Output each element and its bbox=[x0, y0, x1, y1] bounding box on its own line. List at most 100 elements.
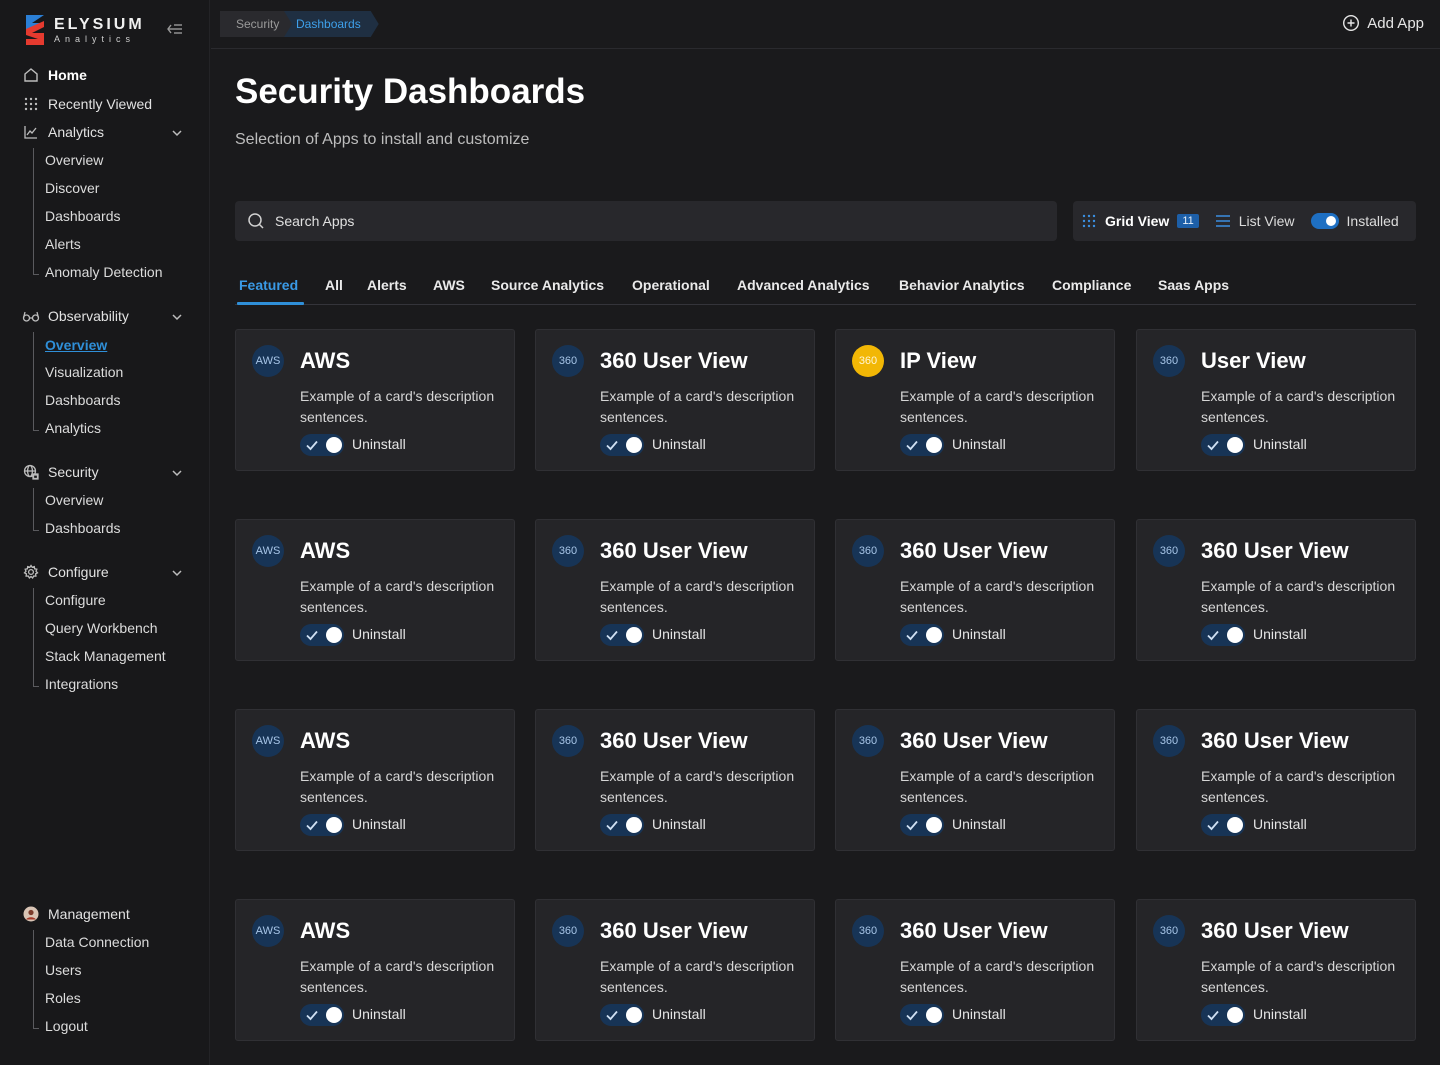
sidebar-item-integrations[interactable]: Integrations bbox=[45, 674, 118, 694]
app-logo: 360 bbox=[552, 535, 584, 567]
toggle-knob bbox=[626, 817, 642, 833]
sidebar-item-observability-analytics[interactable]: Analytics bbox=[45, 418, 101, 438]
installed-toggle[interactable] bbox=[1310, 213, 1339, 229]
uninstall-toggle[interactable] bbox=[300, 624, 344, 646]
app-card[interactable]: AWS AWS Example of a card's description … bbox=[235, 329, 515, 471]
chart-line-icon bbox=[22, 123, 40, 141]
add-app-button[interactable]: Add App bbox=[1342, 14, 1424, 32]
check-icon bbox=[606, 820, 618, 831]
tab-operational[interactable]: Operational bbox=[632, 277, 710, 293]
grid-view-button[interactable]: Grid View bbox=[1105, 213, 1169, 229]
tab-source-analytics[interactable]: Source Analytics bbox=[491, 277, 604, 293]
uninstall-toggle[interactable] bbox=[300, 1004, 344, 1026]
uninstall-toggle[interactable] bbox=[1201, 434, 1245, 456]
app-card[interactable]: 360 360 User View Example of a card's de… bbox=[535, 329, 815, 471]
uninstall-toggle[interactable] bbox=[900, 624, 944, 646]
sidebar-item-configure[interactable]: Configure bbox=[45, 590, 106, 610]
sidebar-item-analytics-discover[interactable]: Discover bbox=[45, 178, 99, 198]
tab-alerts[interactable]: Alerts bbox=[367, 277, 407, 293]
app-title: 360 User View bbox=[1201, 538, 1349, 563]
uninstall-toggle[interactable] bbox=[1201, 624, 1245, 646]
uninstall-label: Uninstall bbox=[1253, 1006, 1307, 1022]
nav-observability[interactable]: Observability bbox=[22, 304, 129, 328]
sidebar-item-observability-visualization[interactable]: Visualization bbox=[45, 362, 123, 382]
app-card[interactable]: 360 User View Example of a card's descri… bbox=[1136, 329, 1416, 471]
uninstall-toggle[interactable] bbox=[300, 434, 344, 456]
nav-recently-viewed[interactable]: Recently Viewed bbox=[22, 92, 152, 116]
sidebar-item-observability-dashboards[interactable]: Dashboards bbox=[45, 390, 121, 410]
uninstall-toggle[interactable] bbox=[900, 814, 944, 836]
app-card[interactable]: 360 360 User View Example of a card's de… bbox=[1136, 899, 1416, 1041]
app-description: Example of a card's description sentence… bbox=[300, 388, 495, 425]
breadcrumb-dashboards[interactable]: Dashboards bbox=[284, 11, 379, 37]
app-card[interactable]: 360 360 User View Example of a card's de… bbox=[535, 709, 815, 851]
uninstall-toggle[interactable] bbox=[900, 1004, 944, 1026]
search-input[interactable] bbox=[275, 213, 1035, 229]
sidebar-item-query-workbench[interactable]: Query Workbench bbox=[45, 618, 158, 638]
collapse-sidebar-icon[interactable] bbox=[166, 20, 184, 38]
tab-saas-apps[interactable]: Saas Apps bbox=[1158, 277, 1229, 293]
app-card[interactable]: 360 360 User View Example of a card's de… bbox=[1136, 709, 1416, 851]
app-card[interactable]: AWS AWS Example of a card's description … bbox=[235, 899, 515, 1041]
uninstall-toggle[interactable] bbox=[600, 434, 644, 456]
sidebar-item-analytics-anomaly-detection[interactable]: Anomaly Detection bbox=[45, 262, 163, 282]
chevron-down-icon[interactable] bbox=[170, 466, 184, 480]
brand-subtitle: Analytics bbox=[54, 33, 136, 44]
tab-featured[interactable]: Featured bbox=[239, 277, 298, 293]
tab-compliance[interactable]: Compliance bbox=[1052, 277, 1131, 293]
uninstall-toggle[interactable] bbox=[600, 1004, 644, 1026]
nav-configure[interactable]: Configure bbox=[22, 560, 109, 584]
sidebar-item-security-dashboards[interactable]: Dashboards bbox=[45, 518, 121, 538]
chevron-down-icon[interactable] bbox=[170, 310, 184, 324]
sidebar-item-logout[interactable]: Logout bbox=[45, 1016, 88, 1036]
app-card[interactable]: 360 360 User View Example of a card's de… bbox=[835, 899, 1115, 1041]
brand-logo[interactable]: ELYSIUM Analytics bbox=[22, 12, 145, 48]
app-title: AWS bbox=[300, 918, 351, 943]
tab-aws[interactable]: AWS bbox=[433, 277, 465, 293]
tab-behavior-analytics[interactable]: Behavior Analytics bbox=[899, 277, 1025, 293]
app-card[interactable]: 360 360 User View Example of a card's de… bbox=[1136, 519, 1416, 661]
nav-analytics[interactable]: Analytics bbox=[22, 120, 104, 144]
chevron-down-icon[interactable] bbox=[170, 566, 184, 580]
sidebar-item-observability-overview[interactable]: Overview bbox=[45, 335, 107, 355]
nav-home[interactable]: Home bbox=[22, 63, 87, 87]
chevron-down-icon[interactable] bbox=[170, 126, 184, 140]
check-icon bbox=[306, 630, 318, 641]
breadcrumb-security[interactable]: Security bbox=[220, 11, 295, 37]
list-view-button[interactable]: List View bbox=[1215, 213, 1295, 229]
app-card[interactable]: 360 360 User View Example of a card's de… bbox=[535, 519, 815, 661]
tab-all[interactable]: All bbox=[325, 277, 343, 293]
app-title: 360 User View bbox=[600, 728, 748, 753]
app-card[interactable]: 360 360 User View Example of a card's de… bbox=[535, 899, 815, 1041]
uninstall-toggle[interactable] bbox=[1201, 814, 1245, 836]
toggle-knob bbox=[1227, 627, 1243, 643]
sidebar-item-data-connection[interactable]: Data Connection bbox=[45, 932, 149, 952]
sidebar-item-analytics-alerts[interactable]: Alerts bbox=[45, 234, 81, 254]
app-logo: 360 bbox=[1153, 345, 1185, 377]
check-icon bbox=[1207, 630, 1219, 641]
app-card[interactable]: 360 IP View Example of a card's descript… bbox=[835, 329, 1115, 471]
app-description: Example of a card's description sentence… bbox=[900, 578, 1095, 615]
app-logo: AWS bbox=[252, 915, 284, 947]
uninstall-toggle[interactable] bbox=[300, 814, 344, 836]
app-card[interactable]: AWS AWS Example of a card's description … bbox=[235, 709, 515, 851]
nav-management[interactable]: Management bbox=[22, 902, 130, 926]
nav-security[interactable]: Security bbox=[22, 460, 99, 484]
uninstall-label: Uninstall bbox=[952, 436, 1006, 452]
uninstall-toggle[interactable] bbox=[1201, 1004, 1245, 1026]
tab-advanced-analytics[interactable]: Advanced Analytics bbox=[737, 277, 870, 293]
check-icon bbox=[606, 440, 618, 451]
sidebar-item-stack-management[interactable]: Stack Management bbox=[45, 646, 166, 666]
sidebar-item-analytics-overview[interactable]: Overview bbox=[45, 150, 103, 170]
sidebar-item-security-overview[interactable]: Overview bbox=[45, 490, 103, 510]
sidebar-item-roles[interactable]: Roles bbox=[45, 988, 81, 1008]
app-card[interactable]: 360 360 User View Example of a card's de… bbox=[835, 519, 1115, 661]
uninstall-toggle[interactable] bbox=[600, 814, 644, 836]
app-card[interactable]: AWS AWS Example of a card's description … bbox=[235, 519, 515, 661]
sidebar-item-analytics-dashboards[interactable]: Dashboards bbox=[45, 206, 121, 226]
uninstall-toggle[interactable] bbox=[600, 624, 644, 646]
uninstall-toggle[interactable] bbox=[900, 434, 944, 456]
app-description: Example of a card's description sentence… bbox=[900, 768, 1095, 805]
sidebar-item-users[interactable]: Users bbox=[45, 960, 82, 980]
app-card[interactable]: 360 360 User View Example of a card's de… bbox=[835, 709, 1115, 851]
